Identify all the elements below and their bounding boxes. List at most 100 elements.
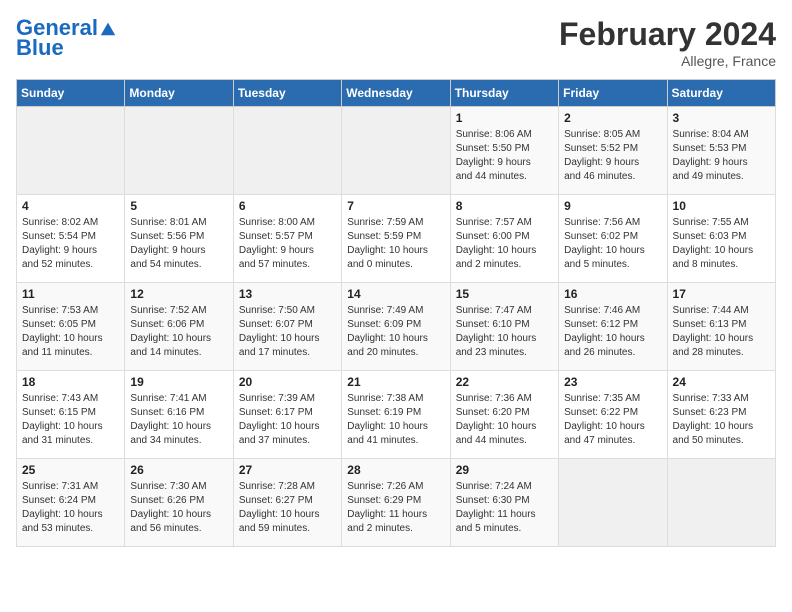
day-number: 3	[673, 111, 770, 125]
weekday-header-thursday: Thursday	[450, 80, 558, 107]
day-info: Sunrise: 7:59 AMSunset: 5:59 PMDaylight:…	[347, 216, 444, 272]
day-info: Sunrise: 7:52 AMSunset: 6:06 PMDaylight:…	[130, 304, 227, 360]
calendar-cell: 17 Sunrise: 7:44 AMSunset: 6:13 PMDayligh…	[667, 283, 775, 371]
calendar-cell: 15 Sunrise: 7:47 AMSunset: 6:10 PMDayligh…	[450, 283, 558, 371]
weekday-header-row: SundayMondayTuesdayWednesdayThursdayFrid…	[17, 80, 776, 107]
calendar-cell: 4Sunrise: 8:02 AMSunset: 5:54 PMDaylight…	[17, 195, 125, 283]
day-number: 5	[130, 199, 227, 213]
day-info: Sunrise: 7:46 AMSunset: 6:12 PMDaylight:…	[564, 304, 661, 360]
day-info: Sunrise: 7:28 AMSunset: 6:27 PMDaylight:…	[239, 480, 336, 536]
day-number: 14	[347, 287, 444, 301]
day-number: 8	[456, 199, 553, 213]
day-number: 9	[564, 199, 661, 213]
day-info: Sunrise: 7:50 AMSunset: 6:07 PMDaylight:…	[239, 304, 336, 360]
day-info: Sunrise: 7:44 AMSunset: 6:13 PMDaylight:…	[673, 304, 770, 360]
day-number: 10	[673, 199, 770, 213]
calendar-cell: 9 Sunrise: 7:56 AMSunset: 6:02 PMDaylight…	[559, 195, 667, 283]
day-number: 6	[239, 199, 336, 213]
weekday-header-tuesday: Tuesday	[233, 80, 341, 107]
day-info: Sunrise: 8:00 AMSunset: 5:57 PMDaylight:…	[239, 216, 336, 272]
day-info: Sunrise: 7:41 AMSunset: 6:16 PMDaylight:…	[130, 392, 227, 448]
calendar-cell	[233, 107, 341, 195]
day-number: 20	[239, 375, 336, 389]
day-number: 15	[456, 287, 553, 301]
weekday-header-saturday: Saturday	[667, 80, 775, 107]
calendar-week-row: 11 Sunrise: 7:53 AMSunset: 6:05 PMDayligh…	[17, 283, 776, 371]
day-number: 28	[347, 463, 444, 477]
calendar-cell: 18 Sunrise: 7:43 AMSunset: 6:15 PMDayligh…	[17, 371, 125, 459]
calendar-cell: 7 Sunrise: 7:59 AMSunset: 5:59 PMDaylight…	[342, 195, 450, 283]
day-number: 22	[456, 375, 553, 389]
calendar-cell: 11 Sunrise: 7:53 AMSunset: 6:05 PMDayligh…	[17, 283, 125, 371]
day-number: 2	[564, 111, 661, 125]
month-title: February 2024	[559, 16, 776, 53]
weekday-header-sunday: Sunday	[17, 80, 125, 107]
calendar-cell: 20Sunrise: 7:39 AMSunset: 6:17 PMDayligh…	[233, 371, 341, 459]
calendar-cell: 10 Sunrise: 7:55 AMSunset: 6:03 PMDayligh…	[667, 195, 775, 283]
day-info: Sunrise: 7:57 AMSunset: 6:00 PMDaylight:…	[456, 216, 553, 272]
logo-icon	[99, 19, 117, 37]
day-info: Sunrise: 8:04 AMSunset: 5:53 PMDaylight:…	[673, 128, 770, 184]
day-number: 13	[239, 287, 336, 301]
calendar-cell: 3 Sunrise: 8:04 AMSunset: 5:53 PMDaylight…	[667, 107, 775, 195]
calendar-cell: 16 Sunrise: 7:46 AMSunset: 6:12 PMDayligh…	[559, 283, 667, 371]
location-subtitle: Allegre, France	[559, 53, 776, 69]
day-info: Sunrise: 7:47 AMSunset: 6:10 PMDaylight:…	[456, 304, 553, 360]
day-info: Sunrise: 7:24 AMSunset: 6:30 PMDaylight:…	[456, 480, 553, 536]
day-info: Sunrise: 7:30 AMSunset: 6:26 PMDaylight:…	[130, 480, 227, 536]
day-info: Sunrise: 7:43 AMSunset: 6:15 PMDaylight:…	[22, 392, 119, 448]
calendar-cell: 19 Sunrise: 7:41 AMSunset: 6:16 PMDayligh…	[125, 371, 233, 459]
calendar-cell: 8 Sunrise: 7:57 AMSunset: 6:00 PMDaylight…	[450, 195, 558, 283]
calendar-cell: 22 Sunrise: 7:36 AMSunset: 6:20 PMDayligh…	[450, 371, 558, 459]
day-number: 24	[673, 375, 770, 389]
day-info: Sunrise: 7:38 AMSunset: 6:19 PMDaylight:…	[347, 392, 444, 448]
day-number: 16	[564, 287, 661, 301]
day-info: Sunrise: 7:36 AMSunset: 6:20 PMDaylight:…	[456, 392, 553, 448]
day-info: Sunrise: 8:05 AMSunset: 5:52 PMDaylight:…	[564, 128, 661, 184]
day-number: 29	[456, 463, 553, 477]
calendar-cell: 23 Sunrise: 7:35 AMSunset: 6:22 PMDayligh…	[559, 371, 667, 459]
day-number: 18	[22, 375, 119, 389]
day-info: Sunrise: 7:55 AMSunset: 6:03 PMDaylight:…	[673, 216, 770, 272]
day-number: 25	[22, 463, 119, 477]
day-info: Sunrise: 7:33 AMSunset: 6:23 PMDaylight:…	[673, 392, 770, 448]
weekday-header-wednesday: Wednesday	[342, 80, 450, 107]
calendar-cell: 28 Sunrise: 7:26 AMSunset: 6:29 PMDayligh…	[342, 459, 450, 547]
calendar-cell	[559, 459, 667, 547]
calendar-week-row: 25Sunrise: 7:31 AMSunset: 6:24 PMDayligh…	[17, 459, 776, 547]
calendar-cell: 12Sunrise: 7:52 AMSunset: 6:06 PMDayligh…	[125, 283, 233, 371]
calendar-cell	[342, 107, 450, 195]
weekday-header-monday: Monday	[125, 80, 233, 107]
calendar-cell: 27Sunrise: 7:28 AMSunset: 6:27 PMDayligh…	[233, 459, 341, 547]
calendar-cell: 29 Sunrise: 7:24 AMSunset: 6:30 PMDayligh…	[450, 459, 558, 547]
day-number: 23	[564, 375, 661, 389]
calendar-cell	[667, 459, 775, 547]
calendar-cell: 24 Sunrise: 7:33 AMSunset: 6:23 PMDayligh…	[667, 371, 775, 459]
calendar-cell: 14 Sunrise: 7:49 AMSunset: 6:09 PMDayligh…	[342, 283, 450, 371]
day-info: Sunrise: 7:35 AMSunset: 6:22 PMDaylight:…	[564, 392, 661, 448]
day-info: Sunrise: 7:53 AMSunset: 6:05 PMDaylight:…	[22, 304, 119, 360]
day-info: Sunrise: 7:56 AMSunset: 6:02 PMDaylight:…	[564, 216, 661, 272]
calendar-cell: 25Sunrise: 7:31 AMSunset: 6:24 PMDayligh…	[17, 459, 125, 547]
logo: General Blue	[16, 16, 117, 60]
calendar-week-row: 4Sunrise: 8:02 AMSunset: 5:54 PMDaylight…	[17, 195, 776, 283]
weekday-header-friday: Friday	[559, 80, 667, 107]
day-number: 17	[673, 287, 770, 301]
day-info: Sunrise: 8:06 AMSunset: 5:50 PMDaylight:…	[456, 128, 553, 184]
calendar-cell: 5Sunrise: 8:01 AMSunset: 5:56 PMDaylight…	[125, 195, 233, 283]
day-number: 26	[130, 463, 227, 477]
day-number: 7	[347, 199, 444, 213]
day-number: 1	[456, 111, 553, 125]
day-info: Sunrise: 7:49 AMSunset: 6:09 PMDaylight:…	[347, 304, 444, 360]
day-number: 19	[130, 375, 227, 389]
calendar-cell	[125, 107, 233, 195]
day-number: 4	[22, 199, 119, 213]
calendar-cell: 26 Sunrise: 7:30 AMSunset: 6:26 PMDayligh…	[125, 459, 233, 547]
calendar-cell: 13 Sunrise: 7:50 AMSunset: 6:07 PMDayligh…	[233, 283, 341, 371]
calendar-cell: 2 Sunrise: 8:05 AMSunset: 5:52 PMDaylight…	[559, 107, 667, 195]
day-info: Sunrise: 7:26 AMSunset: 6:29 PMDaylight:…	[347, 480, 444, 536]
page-header: General Blue February 2024 Allegre, Fran…	[16, 16, 776, 69]
day-number: 11	[22, 287, 119, 301]
calendar-cell: 21Sunrise: 7:38 AMSunset: 6:19 PMDayligh…	[342, 371, 450, 459]
calendar-table: SundayMondayTuesdayWednesdayThursdayFrid…	[16, 79, 776, 547]
